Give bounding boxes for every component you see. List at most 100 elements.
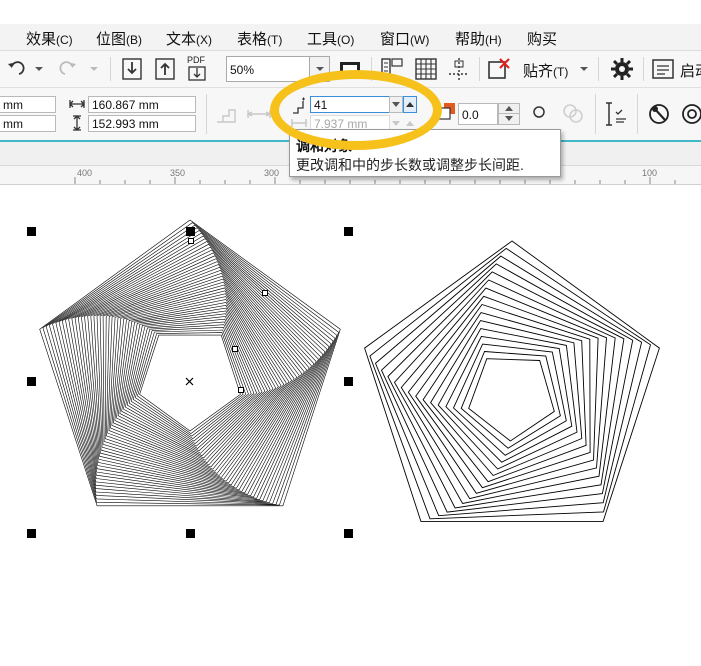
redo-button[interactable] xyxy=(58,58,80,80)
blend-step-shape xyxy=(452,343,567,456)
loop-blend-icon xyxy=(533,106,545,118)
publish-pdf-button[interactable]: PDF xyxy=(185,55,211,83)
snap-to-hotkey: (T) xyxy=(553,65,569,79)
ruler-label: 100 xyxy=(642,168,658,178)
selection-handle-bottom-right[interactable] xyxy=(344,529,353,538)
menu-window[interactable]: 窗口(W) xyxy=(380,28,429,49)
standard-toolbar: PDF 50% 贴齐(T) 启动 xyxy=(0,51,701,88)
acceleration-icon xyxy=(606,102,626,126)
menu-window-hotkey: (W) xyxy=(410,33,430,47)
toolbar-divider xyxy=(479,57,480,81)
ruler-label: 300 xyxy=(264,168,280,178)
chevron-up-icon xyxy=(406,120,414,126)
clear-blend-button[interactable] xyxy=(679,100,701,128)
menu-help[interactable]: 帮助(H) xyxy=(455,28,502,49)
options-button[interactable] xyxy=(609,56,635,82)
selection-handle-top[interactable] xyxy=(186,227,195,236)
chevron-up-icon xyxy=(406,101,414,107)
launcher-icon xyxy=(652,59,674,79)
import-icon xyxy=(122,58,142,80)
export-button[interactable] xyxy=(153,57,177,81)
undo-icon xyxy=(8,61,25,75)
toolbar-divider xyxy=(371,57,372,81)
menu-table[interactable]: 表格(T) xyxy=(237,28,282,49)
rulers-icon xyxy=(381,58,403,80)
blend-direction-input[interactable]: 0.0 xyxy=(458,103,498,125)
menu-bar: 效果(C) 位图(B) 文本(X) 表格(T) 工具(O) 窗口(W) 帮助(H… xyxy=(0,24,701,51)
launcher-button[interactable] xyxy=(651,57,675,81)
y-position-field[interactable]: mm xyxy=(0,115,56,132)
drawing-canvas[interactable] xyxy=(0,184,701,666)
loop-blend-button[interactable] xyxy=(529,102,549,122)
blend-direction-increment-button[interactable] xyxy=(498,103,520,114)
menu-table-label: 表格 xyxy=(237,31,268,48)
blend-steps-increment-button[interactable] xyxy=(403,96,417,113)
x-position-field[interactable]: mm xyxy=(0,96,56,113)
menu-help-hotkey: (H) xyxy=(485,33,502,47)
blend-node[interactable] xyxy=(188,238,194,244)
show-grid-button[interactable] xyxy=(413,56,439,82)
zoom-dropdown-button[interactable] xyxy=(310,56,330,82)
snap-off-button[interactable] xyxy=(486,56,512,82)
object-height-field[interactable]: 152.993 mm xyxy=(88,115,196,132)
menu-text-label: 文本 xyxy=(166,31,197,48)
copy-blend-properties-button[interactable] xyxy=(646,100,674,128)
blend-node[interactable] xyxy=(238,387,244,393)
selected-blend-group[interactable] xyxy=(39,219,341,507)
chevron-down-icon xyxy=(35,67,43,71)
menu-buy[interactable]: 购买 xyxy=(527,28,557,49)
ruler-label: 350 xyxy=(170,168,186,178)
blend-step-shape xyxy=(374,255,643,517)
menu-tools-hotkey: (O) xyxy=(337,33,355,47)
menu-tools[interactable]: 工具(O) xyxy=(307,28,354,49)
undo-button[interactable] xyxy=(4,58,26,80)
selection-handle-right[interactable] xyxy=(344,377,353,386)
object-acceleration-button[interactable] xyxy=(603,100,629,128)
blend-steps-decrement-button[interactable] xyxy=(389,96,403,113)
blend-node[interactable] xyxy=(262,290,268,296)
show-rulers-button[interactable] xyxy=(379,56,405,82)
show-guidelines-button[interactable] xyxy=(446,56,472,82)
menu-bitmaps-label: 位图 xyxy=(96,31,127,48)
menu-effects[interactable]: 效果(C) xyxy=(26,28,73,49)
blend-path-button[interactable] xyxy=(560,100,586,126)
pdf-label: PDF xyxy=(187,55,205,65)
fixed-distance-button[interactable] xyxy=(246,102,272,126)
blend-steps-mode-button[interactable] xyxy=(214,102,238,126)
chevron-down-icon xyxy=(580,67,588,71)
menu-text-hotkey: (X) xyxy=(196,33,213,47)
redo-dropdown-button[interactable] xyxy=(88,63,100,75)
selection-handle-top-right[interactable] xyxy=(344,227,353,236)
object-width-field[interactable]: 160.867 mm xyxy=(88,96,196,113)
menu-text[interactable]: 文本(X) xyxy=(166,28,212,49)
selection-handle-bottom-left[interactable] xyxy=(27,529,36,538)
import-button[interactable] xyxy=(120,57,144,81)
zoom-level-field[interactable]: 50% xyxy=(226,56,310,82)
blend-node[interactable] xyxy=(232,346,238,352)
menu-effects-label: 效果 xyxy=(26,31,57,48)
pentagon-blend-group[interactable] xyxy=(364,240,660,522)
menu-bitmaps[interactable]: 位图(B) xyxy=(96,28,142,49)
selection-handle-left[interactable] xyxy=(27,377,36,386)
snap-dropdown-arrow[interactable] xyxy=(578,63,590,75)
blend-steps-icon xyxy=(217,109,236,123)
toolbar-divider xyxy=(643,57,644,81)
chevron-down-icon xyxy=(392,101,400,107)
blend-step-shape xyxy=(387,271,625,509)
ruler-label: 400 xyxy=(77,168,93,178)
width-icon xyxy=(69,98,85,113)
selection-handle-bottom[interactable] xyxy=(186,529,195,538)
snap-off-icon xyxy=(488,58,510,79)
selection-handle-top-left[interactable] xyxy=(27,227,36,236)
snap-to-dropdown[interactable]: 贴齐(T) xyxy=(523,60,568,81)
menu-tools-label: 工具 xyxy=(307,31,338,48)
toolbar-divider xyxy=(110,57,111,81)
chevron-down-icon xyxy=(90,67,98,71)
undo-dropdown-button[interactable] xyxy=(33,63,45,75)
full-screen-preview-button[interactable] xyxy=(338,58,362,80)
blend-steps-input[interactable]: 41 xyxy=(310,96,390,113)
blend-step-shape xyxy=(460,351,561,449)
full-screen-icon xyxy=(340,62,360,76)
blend-direction-decrement-button[interactable] xyxy=(498,114,520,125)
snap-to-label: 贴齐 xyxy=(523,63,554,80)
